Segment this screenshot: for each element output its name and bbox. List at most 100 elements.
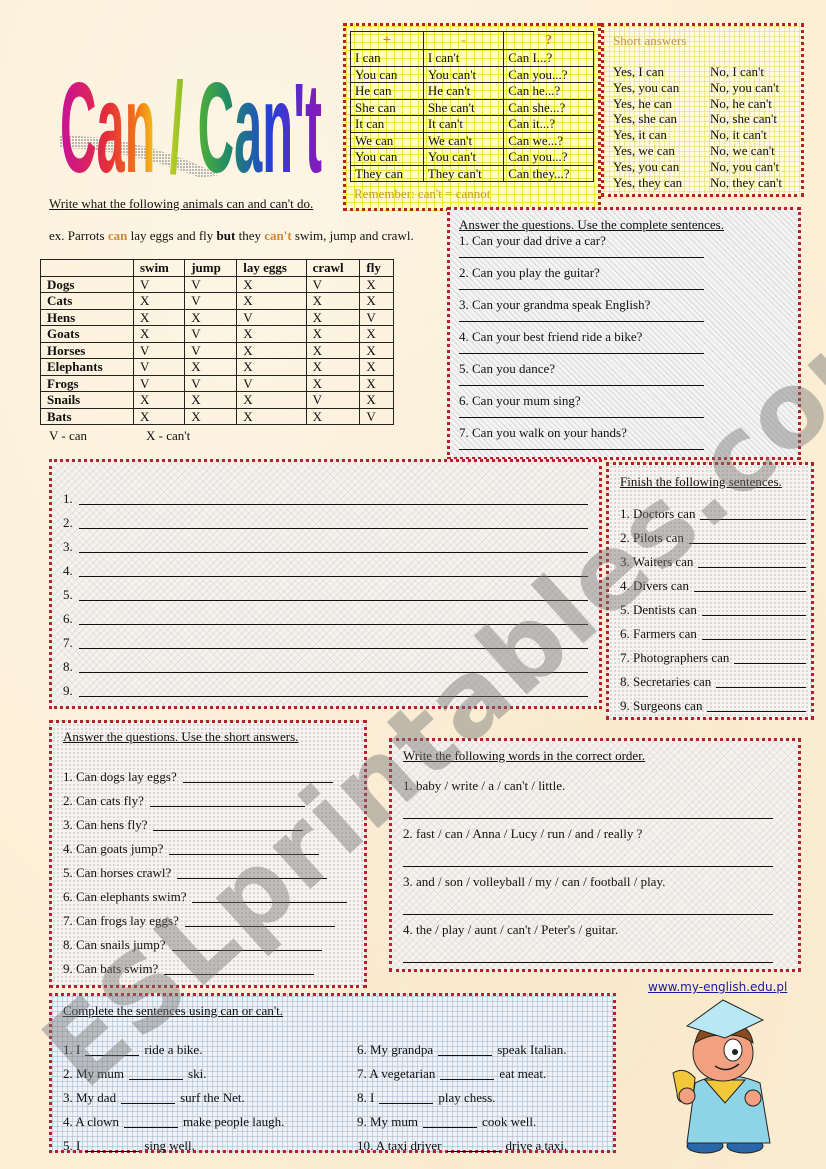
short-answer-question-row: 9. Can bats swim?: [63, 953, 363, 977]
short-answer-question-row: 7. Can frogs lay eggs?: [63, 905, 363, 929]
answer-line[interactable]: [78, 576, 588, 577]
answer-line[interactable]: [688, 543, 806, 544]
blank-line[interactable]: [423, 1127, 478, 1128]
answer-line[interactable]: [459, 377, 704, 386]
short-answer-question-text: 7. Can frogs lay eggs?: [63, 913, 179, 928]
blank-line[interactable]: [85, 1055, 140, 1056]
line-number: 4.: [63, 563, 73, 578]
sentence-start: 8. I: [357, 1090, 375, 1105]
answer-line[interactable]: [716, 687, 806, 688]
short-answer-question-text: 5. Can horses crawl?: [63, 865, 172, 880]
finish-sentence-text: 8. Secretaries can: [620, 674, 712, 689]
answer-line[interactable]: [78, 528, 588, 529]
finish-sentence-text: 7. Photographers can: [620, 650, 730, 665]
answer-line[interactable]: [707, 711, 806, 712]
answer-line[interactable]: [177, 878, 328, 879]
short-answer-question-row: 8. Can snails jump?: [63, 929, 363, 953]
animals-column-header: lay eggs: [236, 259, 307, 277]
example-suffix: swim, jump and crawl.: [291, 228, 414, 243]
answer-line[interactable]: [403, 938, 773, 963]
ability-mark: X: [359, 325, 394, 343]
complete-question-text: 1. Can your dad drive a car?: [459, 233, 606, 248]
answer-line[interactable]: [700, 519, 806, 520]
can-cant-sentence: 5. I sing well.: [63, 1130, 284, 1154]
answer-line[interactable]: [701, 615, 806, 616]
answer-line[interactable]: [693, 591, 806, 592]
answer-line[interactable]: [153, 830, 304, 831]
blank-line[interactable]: [129, 1079, 184, 1080]
short-answer-yes: Yes, they can: [613, 174, 683, 190]
answer-line[interactable]: [78, 504, 588, 505]
conjugation-cell-positive: They can: [350, 164, 424, 182]
blank-line[interactable]: [121, 1103, 176, 1104]
short-answers-yes-list: Yes, I can Yes, you can Yes, he can Yes, sh…: [613, 64, 682, 190]
ability-mark: V: [132, 341, 186, 359]
conjugation-cell-negative: She can't: [422, 98, 505, 116]
blank-line[interactable]: [123, 1127, 178, 1128]
answer-line[interactable]: [459, 409, 704, 418]
conjugation-cell-positive: She can: [350, 98, 424, 116]
word-order-text: 4. the / play / aunt / can't / Peter's /…: [403, 922, 619, 937]
ability-mark: X: [184, 407, 238, 425]
ability-mark: X: [184, 308, 238, 326]
answer-line[interactable]: [78, 672, 588, 673]
word-order-box: Write the following words in the correct…: [389, 738, 801, 972]
blank-line[interactable]: [446, 1151, 501, 1152]
answer-line[interactable]: [459, 249, 704, 258]
answer-line[interactable]: [701, 639, 806, 640]
answer-line[interactable]: [182, 782, 333, 783]
short-answer-no: No, he can't: [710, 95, 772, 111]
finish-sentence-text: 6. Farmers can: [620, 626, 697, 641]
answer-line[interactable]: [459, 313, 704, 322]
blank-line[interactable]: [440, 1079, 495, 1080]
title-wordart-svg: Can / Can't: [15, 57, 322, 200]
complete-sentences-box: Answer the questions. Use the complete s…: [447, 207, 801, 460]
answer-line[interactable]: [78, 552, 588, 553]
answer-line[interactable]: [459, 281, 704, 290]
answer-line[interactable]: [78, 624, 588, 625]
animals-row: Hens X X V X V: [40, 308, 394, 326]
answer-line[interactable]: [192, 902, 348, 903]
animals-row: Cats X V X X X: [40, 292, 394, 310]
animals-column-header: jump: [184, 259, 238, 277]
answer-line[interactable]: [78, 600, 588, 601]
answer-line[interactable]: [171, 950, 322, 951]
answer-line[interactable]: [459, 441, 704, 450]
conjugation-cell-positive: I can: [350, 49, 424, 67]
can-cant-box: Complete the sentences using can or can'…: [49, 993, 616, 1153]
conjugation-cell-negative: He can't: [422, 82, 505, 100]
finish-sentence-row: 6. Farmers can: [620, 618, 806, 642]
website-link[interactable]: www.my-english.edu.pl: [648, 980, 787, 994]
answer-line[interactable]: [169, 854, 320, 855]
answer-line[interactable]: [403, 890, 773, 915]
answer-line[interactable]: [149, 806, 305, 807]
short-answer-no: No, I can't: [710, 64, 764, 79]
answer-line[interactable]: [78, 696, 588, 697]
answer-line[interactable]: [698, 567, 806, 568]
finish-sentence-row: 1. Doctors can: [620, 498, 806, 522]
blank-line[interactable]: [438, 1055, 493, 1056]
answer-line[interactable]: [403, 842, 773, 867]
header-positive: +: [350, 31, 424, 50]
answer-line[interactable]: [734, 663, 806, 664]
answer-line[interactable]: [78, 648, 588, 649]
complete-question-text: 6. Can your mum sing?: [459, 393, 581, 408]
remember-note: Remember: can't = cannot: [354, 186, 491, 201]
blank-line[interactable]: [85, 1151, 140, 1152]
line-number: 8.: [63, 659, 73, 674]
answer-line[interactable]: [164, 974, 315, 975]
ability-mark: V: [184, 341, 238, 359]
answer-line[interactable]: [459, 345, 704, 354]
can-cant-sentence: 4. A clown make people laugh.: [63, 1106, 284, 1130]
answer-line[interactable]: [403, 794, 773, 819]
line-number: 2.: [63, 515, 73, 530]
conjugation-cell-question: Can he...?: [503, 82, 594, 100]
complete-question-text: 7. Can you walk on your hands?: [459, 425, 627, 440]
short-answer-no: No, you can't: [710, 79, 780, 95]
legend-can: V - can: [49, 428, 88, 443]
answer-line[interactable]: [184, 926, 335, 927]
conjugation-cell-negative: They can't: [422, 164, 505, 182]
numbered-answer-row: 9.: [63, 675, 588, 699]
blank-line[interactable]: [379, 1103, 434, 1104]
conjugation-cell-positive: You can: [350, 65, 424, 83]
